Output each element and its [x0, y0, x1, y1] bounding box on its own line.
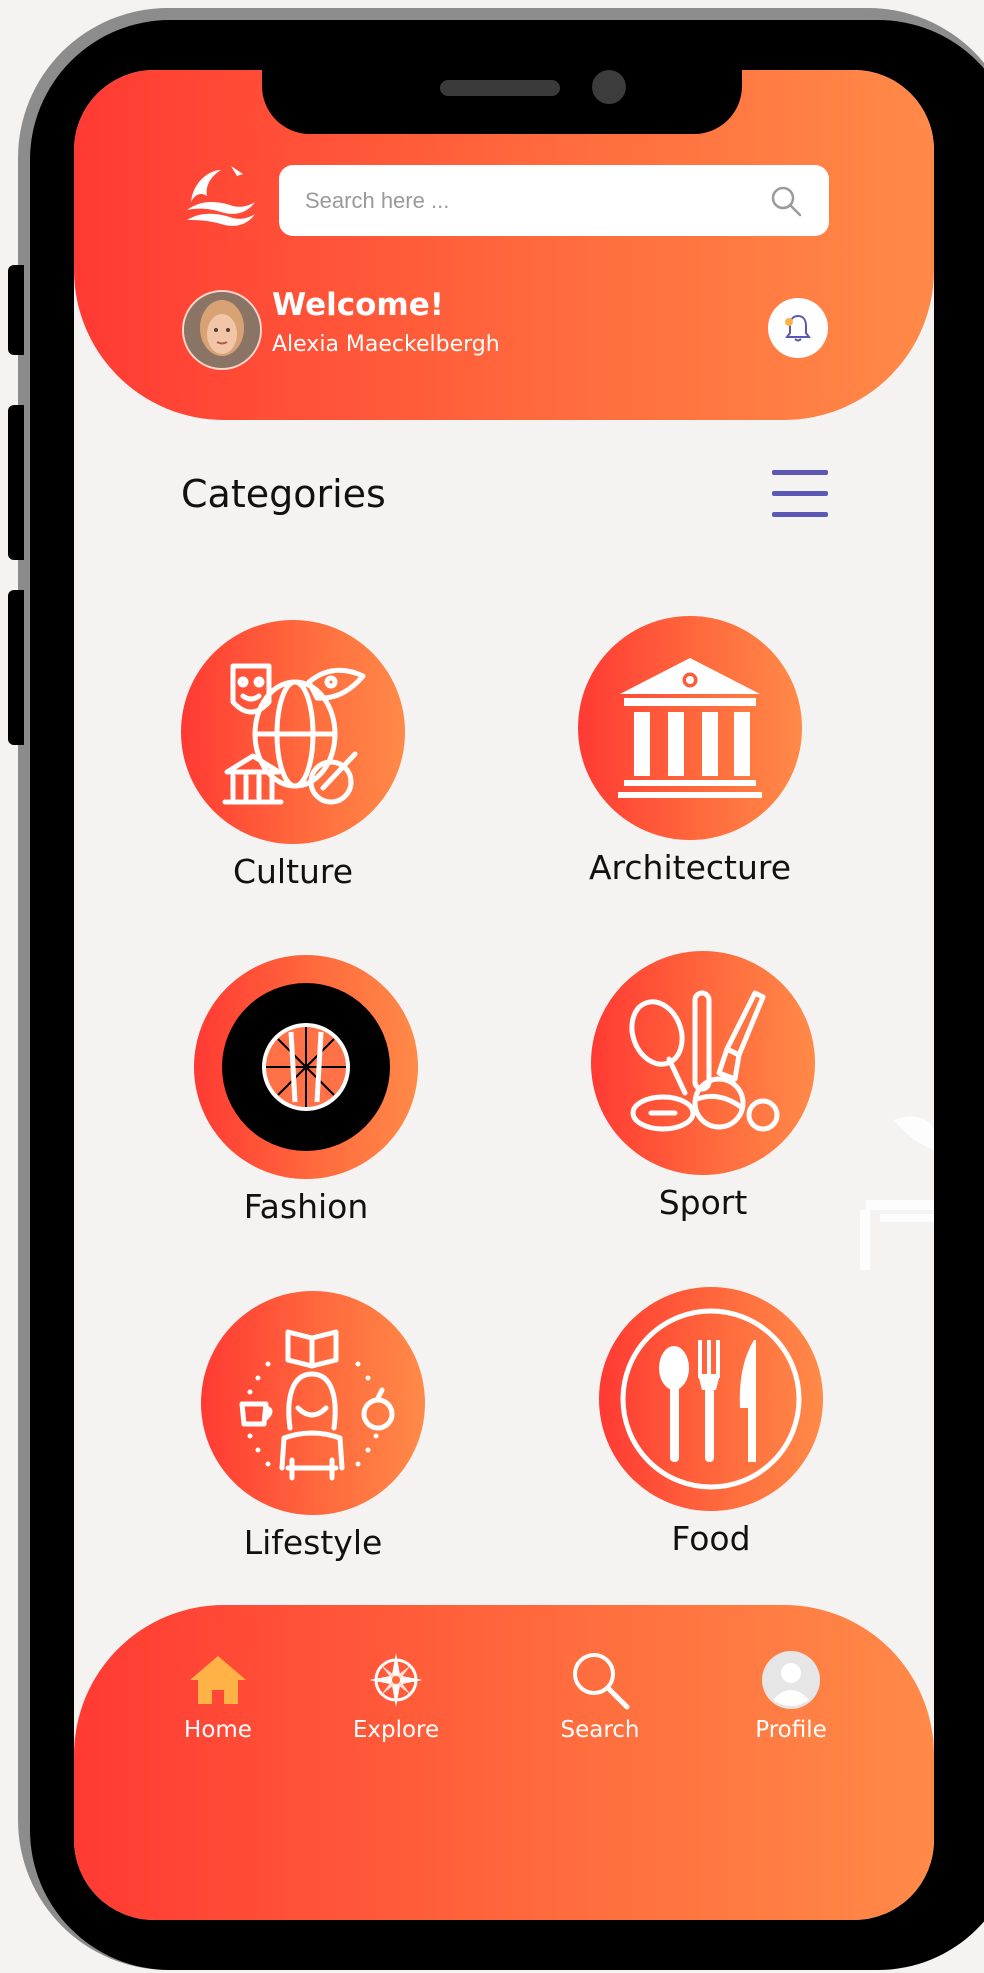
fashion-icon: [194, 955, 418, 1179]
category-label: Food: [671, 1519, 751, 1558]
compass-icon: [369, 1653, 423, 1707]
category-label: Architecture: [588, 848, 792, 887]
category-label: Sport: [658, 1183, 748, 1222]
side-button: [8, 590, 24, 745]
search-input[interactable]: Search here ...: [305, 188, 769, 214]
welcome-heading: Welcome!: [272, 287, 444, 323]
architecture-icon: [578, 616, 802, 840]
category-architecture[interactable]: Architecture: [575, 616, 805, 887]
sport-icon: [591, 951, 815, 1175]
nav-explore[interactable]: Explore: [321, 1645, 471, 1743]
nav-label: Search: [560, 1717, 640, 1743]
nav-search[interactable]: Search: [525, 1645, 675, 1743]
side-button: [8, 265, 24, 355]
culture-icon: [181, 620, 405, 844]
nav-label: Profile: [755, 1717, 827, 1743]
app-screen: Search here ... Welcome! Alexia Maeckelb…: [74, 70, 934, 1920]
nav-profile[interactable]: Profile: [716, 1645, 866, 1743]
side-button: [8, 405, 24, 560]
category-label: Fashion: [243, 1187, 369, 1226]
category-culture[interactable]: Culture: [178, 620, 408, 891]
category-sport[interactable]: Sport: [588, 951, 818, 1222]
nav-home[interactable]: Home: [143, 1645, 293, 1743]
nav-label: Home: [184, 1717, 252, 1743]
phone-camera: [592, 70, 626, 104]
search-icon: [573, 1653, 630, 1710]
nav-label: Explore: [352, 1717, 440, 1743]
search-bar[interactable]: Search here ...: [279, 165, 829, 236]
category-fashion[interactable]: Fashion: [191, 955, 421, 1226]
category-food[interactable]: Food: [596, 1287, 826, 1558]
lifestyle-icon: [201, 1291, 425, 1515]
category-label: Lifestyle: [243, 1523, 383, 1562]
phone-speaker: [440, 80, 560, 96]
notification-button[interactable]: [768, 298, 828, 358]
avatar[interactable]: [182, 290, 262, 370]
profile-icon: [762, 1651, 820, 1709]
search-icon[interactable]: [769, 184, 803, 218]
food-icon: [599, 1287, 823, 1511]
bell-icon: [785, 314, 811, 342]
user-name: Alexia Maeckelbergh: [272, 332, 500, 357]
decorative-watermark-icon: [860, 1116, 934, 1270]
app-logo: [187, 166, 255, 226]
home-icon: [190, 1656, 246, 1704]
user-photo-icon: [184, 292, 260, 368]
categories-title: Categories: [181, 472, 386, 516]
category-lifestyle[interactable]: Lifestyle: [198, 1291, 428, 1562]
category-label: Culture: [232, 852, 354, 891]
menu-icon[interactable]: [772, 470, 828, 518]
